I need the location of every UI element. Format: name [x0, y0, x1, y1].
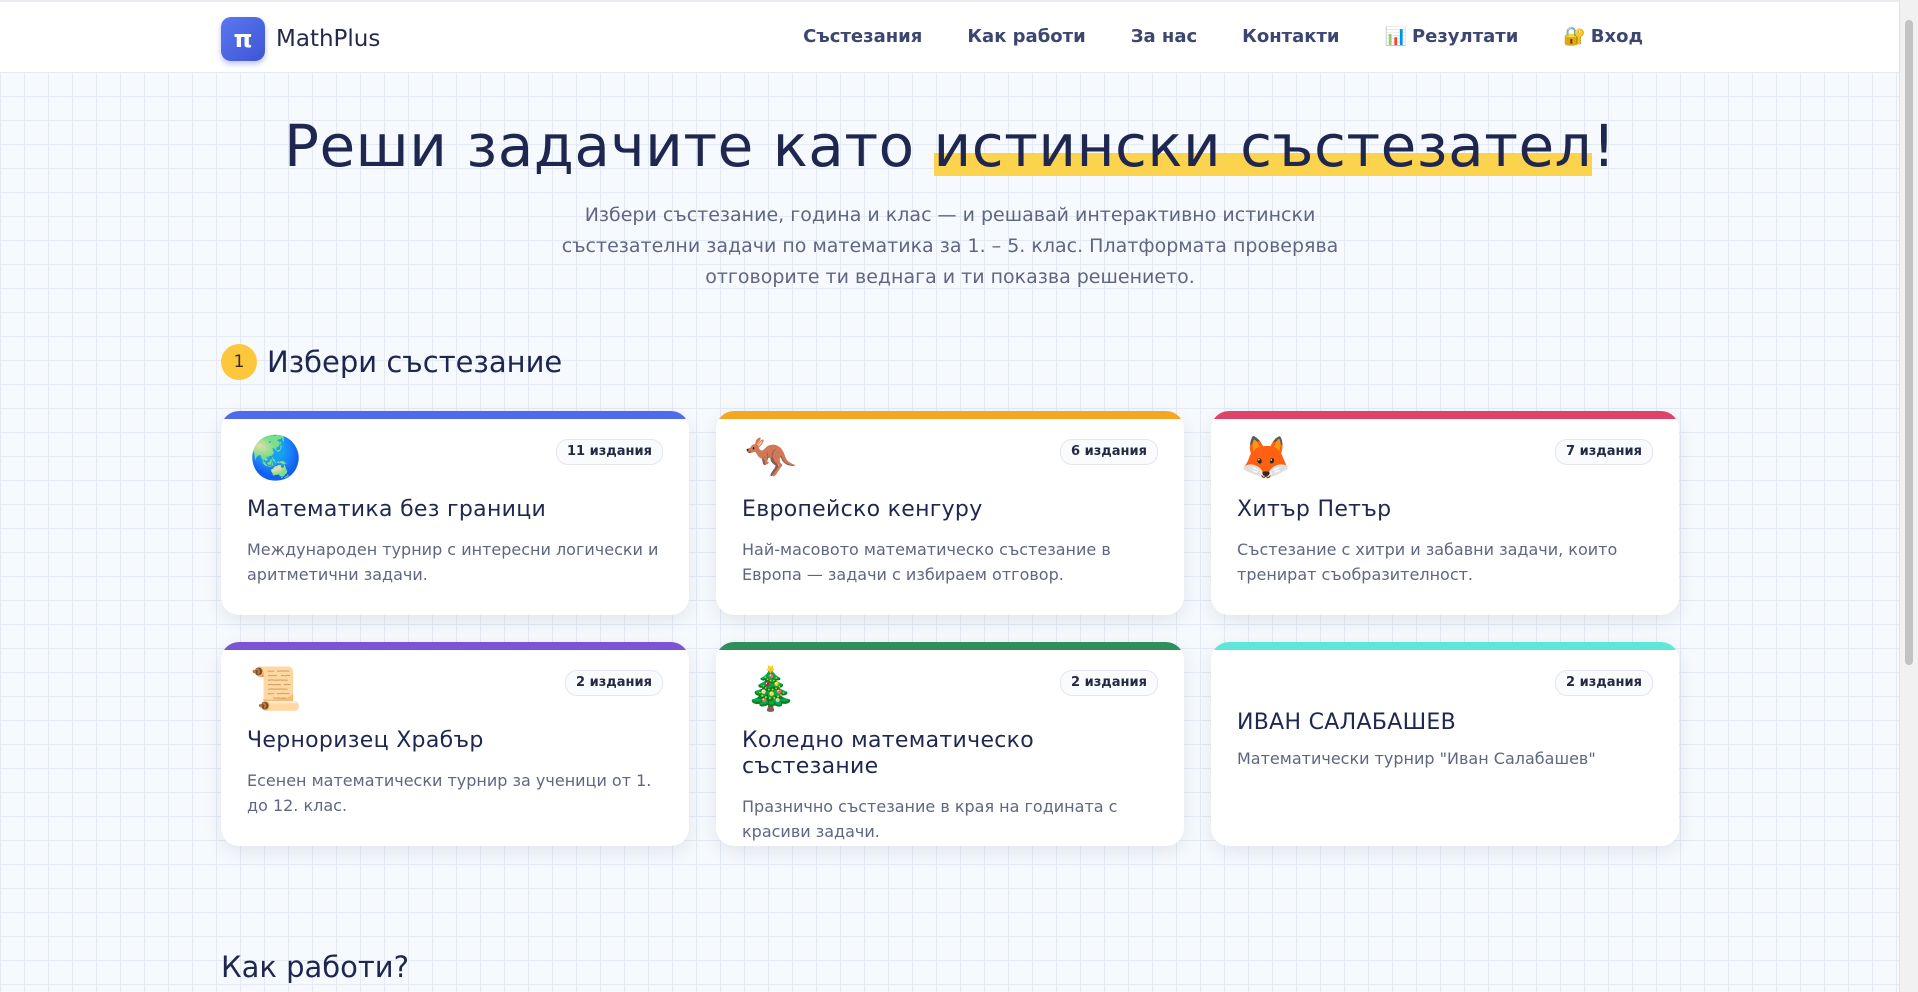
logo[interactable]: π MathPlus	[221, 17, 380, 61]
card-title: ИВАН САЛАБАШЕВ	[1237, 710, 1457, 735]
bar-chart-icon: 📊	[1384, 26, 1407, 47]
competition-card-ivan-salabashev[interactable]: 2 издания ИВАН САЛАБАШЕВ Математически т…	[1211, 642, 1679, 846]
card-accent-bar	[1211, 642, 1679, 650]
card-description: Есенен математически турнир за ученици о…	[247, 771, 652, 815]
fox-icon: 🦊	[1239, 433, 1293, 482]
editions-badge: 2 издания	[1555, 670, 1653, 696]
card-description: Международен турнир с интересни логическ…	[247, 540, 659, 584]
main-nav: Състезания Как работи За нас Контакти 📊 Р…	[758, 26, 1643, 47]
globe-icon: 🌏	[249, 433, 303, 482]
editions-badge: 6 издания	[1060, 439, 1158, 465]
page-scrollbar[interactable]	[1899, 0, 1918, 992]
competition-card-christmas-math[interactable]: 🎄 2 издания Коледно математическо състез…	[716, 642, 1184, 846]
step-heading: 1 Избери състезание	[221, 344, 562, 380]
card-description: Състезание с хитри и забавни задачи, кои…	[1237, 540, 1618, 584]
kangaroo-icon: 🦘	[744, 433, 798, 482]
card-accent-bar	[221, 411, 689, 419]
nav-how-it-works[interactable]: Как работи	[967, 26, 1085, 47]
pi-logo-icon: π	[221, 17, 265, 61]
card-title: Европейско кенгуру	[742, 497, 983, 522]
editions-badge: 11 издания	[556, 439, 663, 465]
nav-contacts[interactable]: Контакти	[1242, 26, 1339, 47]
competition-card-european-kangaroo[interactable]: 🦘 6 издания Европейско кенгуру Най-масов…	[716, 411, 1184, 615]
card-description: Празнично състезание в края на годината …	[742, 797, 1118, 841]
how-it-works-heading: Как работи?	[221, 950, 410, 984]
nav-about[interactable]: За нас	[1131, 26, 1197, 47]
editions-badge: 7 издания	[1555, 439, 1653, 465]
card-title: Коледно математическо състезание	[742, 728, 1035, 779]
scroll-icon: 📜	[249, 664, 303, 713]
card-title: Черноризец Храбър	[247, 728, 484, 753]
site-header: π MathPlus Състезания Как работи За нас …	[0, 0, 1900, 73]
card-description: Най-масовото математическо състезание в …	[742, 540, 1111, 584]
nav-results[interactable]: 📊 Резултати	[1385, 26, 1519, 47]
step-number-badge: 1	[221, 344, 257, 380]
lock-icon: 🔐	[1563, 26, 1586, 47]
card-accent-bar	[1211, 411, 1679, 419]
hero-title-highlight: истински състезател	[933, 112, 1593, 180]
editions-badge: 2 издания	[565, 670, 663, 696]
hero-subtitle: Избери състезание, година и клас — и реш…	[561, 204, 1339, 288]
nav-login[interactable]: 🔐 Вход	[1563, 26, 1643, 47]
competition-card-hitar-petar[interactable]: 🦊 7 издания Хитър Петър Състезание с хит…	[1211, 411, 1679, 615]
card-title: Математика без граници	[247, 497, 547, 522]
hero-title: Реши задачите като истински състезател!	[284, 112, 1616, 180]
competition-card-math-without-borders[interactable]: 🌏 11 издания Математика без граници Межд…	[221, 411, 689, 615]
nav-competitions[interactable]: Състезания	[803, 26, 922, 47]
card-accent-bar	[221, 642, 689, 650]
christmas-tree-icon: 🎄	[744, 664, 798, 713]
step-title: Избери състезание	[267, 345, 563, 379]
card-accent-bar	[716, 411, 1184, 419]
card-accent-bar	[716, 642, 1184, 650]
competition-card-chernorizets-hrabar[interactable]: 📜 2 издания Черноризец Храбър Есенен мат…	[221, 642, 689, 846]
card-description: Математически турнир "Иван Салабашев"	[1237, 749, 1596, 768]
scrollbar-thumb[interactable]	[1905, 20, 1913, 665]
card-title: Хитър Петър	[1237, 497, 1392, 522]
editions-badge: 2 издания	[1060, 670, 1158, 696]
logo-text: MathPlus	[276, 26, 381, 52]
